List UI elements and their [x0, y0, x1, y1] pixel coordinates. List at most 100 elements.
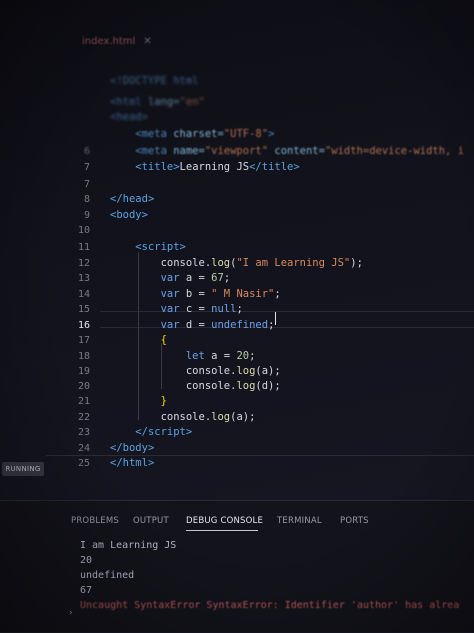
code-token: "width=device-width, i — [324, 145, 465, 157]
code-token: > — [268, 128, 275, 140]
code-token: 67 — [211, 272, 224, 284]
code-line[interactable]: <!DOCTYPE html — [110, 74, 199, 89]
tab-output[interactable]: OUTPUT — [133, 516, 169, 526]
tab-terminal[interactable]: TERMINAL — [277, 516, 322, 526]
code-token: "en" — [179, 96, 205, 108]
chevron-right-icon[interactable]: › — [68, 608, 73, 618]
close-icon[interactable]: ✕ — [143, 36, 151, 47]
code-token: body — [116, 209, 142, 221]
code-editor[interactable]: index.html ✕ 6 7 7 8 9 10 11 12 13 14 15 16 17 18 19 20 2… — [0, 0, 474, 500]
tab-ports[interactable]: PORTS — [340, 516, 369, 526]
code-line[interactable]: var a = 67; — [110, 271, 231, 286]
code-line[interactable]: var d = undefined; — [110, 318, 275, 333]
code-line[interactable]: console.log(a); — [110, 410, 256, 425]
code-token: var — [110, 319, 186, 331]
code-token: script — [141, 241, 180, 253]
code-token: script — [147, 426, 186, 438]
code-token: (d); — [255, 380, 281, 392]
code-token: title — [261, 161, 294, 173]
line-number: 17 — [77, 335, 90, 346]
code-line[interactable]: <body> — [110, 208, 148, 223]
code-token: body — [122, 442, 148, 454]
code-token: console. — [110, 365, 237, 377]
code-token: html — [173, 75, 199, 87]
code-token: </ — [110, 442, 123, 454]
tab-debug-console[interactable]: DEBUG CONSOLE — [186, 516, 263, 526]
code-line[interactable]: </script> — [110, 425, 192, 440]
code-token: (a); — [230, 411, 256, 423]
line-number: 23 — [77, 427, 90, 438]
code-token: head — [122, 193, 148, 205]
code-line[interactable]: <script> — [110, 240, 186, 255]
line-number: 11 — [77, 242, 90, 253]
code-token: </ — [110, 193, 123, 205]
indent-guide — [138, 252, 139, 420]
line-number: 16 — [77, 320, 90, 331]
code-token: content= — [274, 145, 325, 157]
file-tab-label: index.html — [82, 36, 136, 47]
line-number: 24 — [77, 443, 90, 454]
line-number: 7 — [83, 162, 90, 173]
code-token: > — [147, 457, 155, 469]
code-token: < — [110, 145, 142, 157]
console-output-line: 20 — [80, 555, 93, 566]
code-token: 20 — [236, 350, 250, 362]
code-token: d = — [185, 319, 212, 331]
code-line[interactable]: var b = " M Nasir"; — [110, 287, 281, 302]
code-line[interactable]: console.log(a); — [110, 364, 281, 379]
code-line[interactable]: console.log("I am Learning JS"); — [110, 256, 363, 271]
code-token: <html — [110, 96, 148, 108]
code-token: < — [110, 161, 142, 173]
code-token: console. — [110, 257, 212, 269]
code-line[interactable]: console.log(d); — [110, 379, 281, 394]
code-token: ; — [236, 303, 243, 315]
code-line[interactable]: </body> — [110, 441, 154, 456]
code-token: "viewport" — [204, 145, 275, 157]
panel-divider — [46, 455, 474, 456]
code-token: null — [211, 303, 237, 315]
code-line[interactable]: var c = null; — [110, 302, 243, 317]
line-number: 8 — [83, 194, 90, 205]
line-number: 15 — [77, 304, 90, 315]
code-token: > — [293, 161, 300, 173]
console-error-line: Uncaught SyntaxError SyntaxError: Identi… — [80, 600, 460, 611]
line-number: 9 — [83, 210, 90, 221]
code-token: var — [110, 288, 186, 300]
code-token: ); — [350, 257, 363, 269]
code-token: ; — [249, 350, 256, 362]
code-token: ; — [268, 319, 275, 331]
line-number: 22 — [77, 412, 90, 423]
code-line[interactable]: <head> — [110, 110, 148, 125]
text-cursor — [275, 312, 276, 325]
line-number: 14 — [77, 289, 90, 300]
code-token: ; — [223, 272, 231, 284]
code-line[interactable]: <title>Learning JS</title> — [110, 160, 300, 175]
code-token: lang= — [147, 96, 180, 108]
code-token: console. — [110, 411, 212, 423]
code-token: "UTF-8" — [223, 128, 269, 140]
code-token: " M Nasir" — [211, 288, 275, 300]
code-token: <!DOCTYPE — [110, 75, 174, 87]
code-token: ; — [274, 288, 281, 300]
code-token: var — [110, 272, 186, 284]
code-line[interactable]: let a = 20; — [110, 349, 256, 364]
code-token: > — [185, 426, 193, 438]
code-token: > — [141, 209, 148, 221]
code-token: < — [110, 128, 142, 140]
code-line[interactable]: </head> — [110, 192, 154, 207]
active-tab-indicator — [186, 530, 258, 531]
tab-problems[interactable]: PROBLEMS — [71, 516, 119, 526]
code-line[interactable]: <html lang="en" — [110, 95, 205, 110]
code-token: > — [147, 193, 155, 205]
code-token: html — [122, 457, 148, 469]
code-line[interactable]: <meta name="viewport" content="width=dev… — [110, 144, 464, 159]
console-output-line: 67 — [80, 585, 93, 596]
code-line[interactable]: <meta charset="UTF-8"> — [110, 127, 274, 142]
code-line[interactable]: </html> — [110, 456, 154, 471]
code-token: </ — [110, 426, 148, 438]
code-token: log — [236, 365, 256, 377]
file-tab-index-html[interactable]: index.html ✕ — [82, 36, 152, 47]
line-number: 13 — [77, 273, 90, 284]
code-token: "I am Learning JS" — [236, 257, 351, 269]
line-number: 12 — [77, 258, 90, 269]
